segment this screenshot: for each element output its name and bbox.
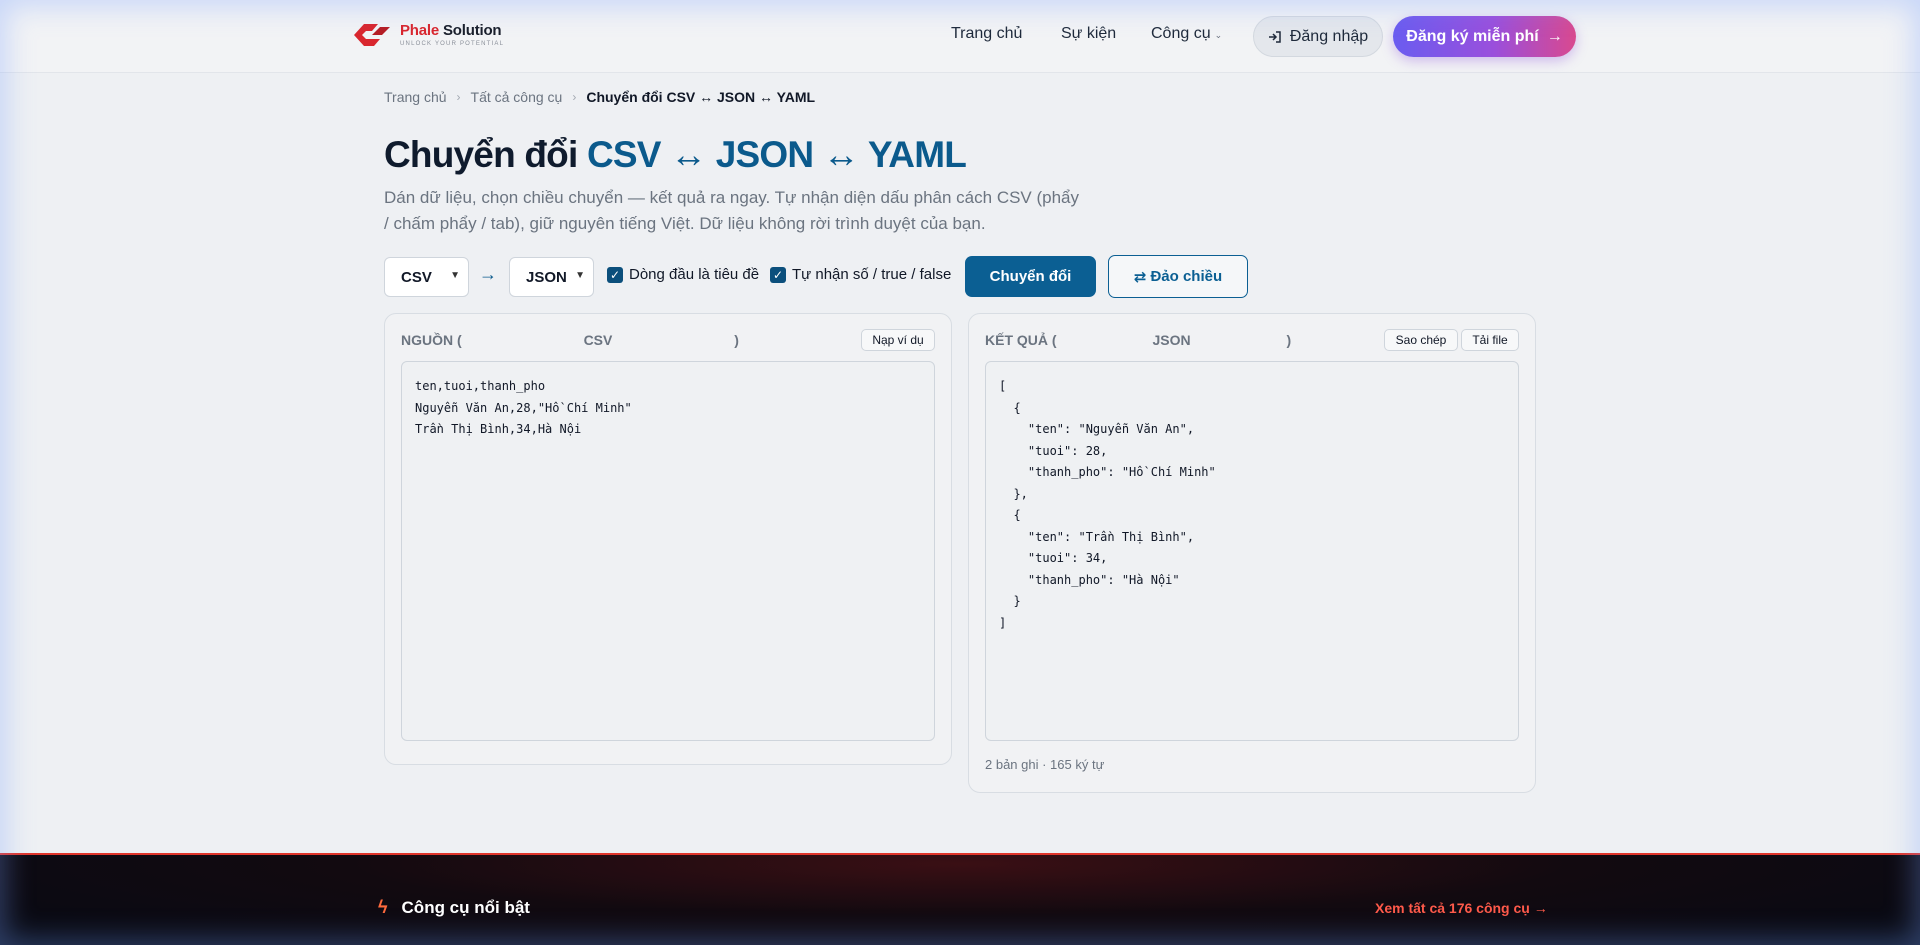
logo-mark-icon (350, 20, 394, 50)
view-all-tools-link[interactable]: Xem tất cả 176 công cụ → (1375, 900, 1548, 916)
featured-tools-title: Công cụ nổi bật (401, 897, 530, 917)
auto-detect-option[interactable]: ✓ Tự nhận số / true / false (770, 266, 951, 283)
chevron-down-icon: ▼ (575, 270, 585, 281)
page-title: Chuyển đổi CSV ↔ JSON ↔ YAML (384, 134, 967, 176)
header-row-option[interactable]: ✓ Dòng đầu là tiêu đề (607, 266, 759, 283)
nav-tools[interactable]: Công cụ ⌄ (1151, 25, 1222, 43)
swap-label: Đảo chiều (1150, 268, 1223, 285)
chevron-right-icon: › (456, 90, 461, 104)
login-label: Đăng nhập (1289, 27, 1369, 45)
breadcrumb-all-tools[interactable]: Tất cả công cụ (471, 89, 563, 105)
swap-icon: ⇄ (1133, 268, 1147, 286)
signup-label: Đăng ký miễn phí (1406, 27, 1539, 45)
result-stats: 2 bản ghi · 165 ký tự (985, 757, 1105, 772)
chevron-down-icon: ⌄ (1214, 30, 1223, 40)
convert-button[interactable]: Chuyển đổi (965, 256, 1096, 297)
source-title-suffix: ) (734, 332, 739, 348)
chevron-right-icon: › (572, 90, 577, 104)
nav-events[interactable]: Sự kiện (1061, 25, 1116, 43)
load-example-button[interactable]: Nạp ví dụ (861, 329, 935, 351)
auto-detect-checkbox[interactable]: ✓ (770, 266, 786, 283)
nav-tools-label: Công cụ (1151, 25, 1211, 42)
signup-button[interactable]: Đăng ký miễn phí → (1393, 16, 1576, 57)
source-textarea[interactable]: ten,tuoi,thanh_pho Nguyễn Văn An,28,"Hồ … (401, 361, 935, 741)
page-title-accent: CSV ↔ JSON ↔ YAML (586, 134, 967, 175)
from-format-value: CSV (401, 268, 432, 286)
result-title-suffix: ) (1286, 332, 1292, 348)
site-header: Phale Solution UNLOCK YOUR POTENTIAL Tra… (0, 0, 1920, 73)
source-title: NGUỒN ( CSV ) (401, 332, 739, 348)
result-title: KẾT QUẢ ( JSON ) (985, 332, 1291, 348)
featured-tools-section: ϟ Công cụ nổi bật Xem tất cả 176 công cụ… (0, 853, 1920, 945)
login-button[interactable]: Đăng nhập (1253, 16, 1383, 57)
result-title-format: JSON (1152, 332, 1191, 348)
header-row-checkbox[interactable]: ✓ (607, 266, 623, 283)
auto-detect-label: Tự nhận số / true / false (792, 266, 952, 283)
direction-arrow: → (479, 264, 497, 284)
nav-home[interactable]: Trang chủ (951, 25, 1022, 43)
breadcrumb: Trang chủ › Tất cả công cụ › Chuyển đổi … (384, 89, 815, 105)
lightning-icon: ϟ (378, 897, 388, 917)
breadcrumb-current: Chuyển đổi CSV ↔ JSON ↔ YAML (586, 89, 816, 105)
logo-name-primary: Phale (400, 22, 440, 39)
source-title-prefix: NGUỒN ( (401, 332, 462, 348)
from-format-select[interactable]: CSV ▼ (384, 257, 469, 297)
sign-in-icon (1268, 30, 1281, 43)
swap-direction-button[interactable]: ⇄ Đảo chiều (1108, 255, 1248, 298)
logo-name-secondary: Solution (443, 22, 502, 39)
chevron-down-icon: ▼ (450, 270, 460, 281)
copy-button[interactable]: Sao chép (1384, 329, 1458, 351)
header-row-label: Dòng đầu là tiêu đề (629, 266, 760, 283)
logo[interactable]: Phale Solution UNLOCK YOUR POTENTIAL (350, 20, 504, 50)
download-button[interactable]: Tải file (1461, 329, 1519, 351)
to-format-value: JSON (526, 268, 567, 286)
logo-tagline: UNLOCK YOUR POTENTIAL (400, 41, 505, 47)
source-title-format: CSV (583, 332, 613, 348)
page-title-prefix: Chuyển đổi (384, 134, 578, 175)
result-title-prefix: KẾT QUẢ ( (985, 332, 1057, 348)
arrow-right-icon: → (1546, 27, 1563, 45)
breadcrumb-home[interactable]: Trang chủ (384, 89, 447, 105)
to-format-select[interactable]: JSON ▼ (509, 257, 594, 297)
result-textarea[interactable]: [ { "ten": "Nguyễn Văn An", "tuoi": 28, … (985, 361, 1519, 741)
page-subtitle: Dán dữ liệu, chọn chiều chuyển — kết quả… (384, 188, 1080, 233)
